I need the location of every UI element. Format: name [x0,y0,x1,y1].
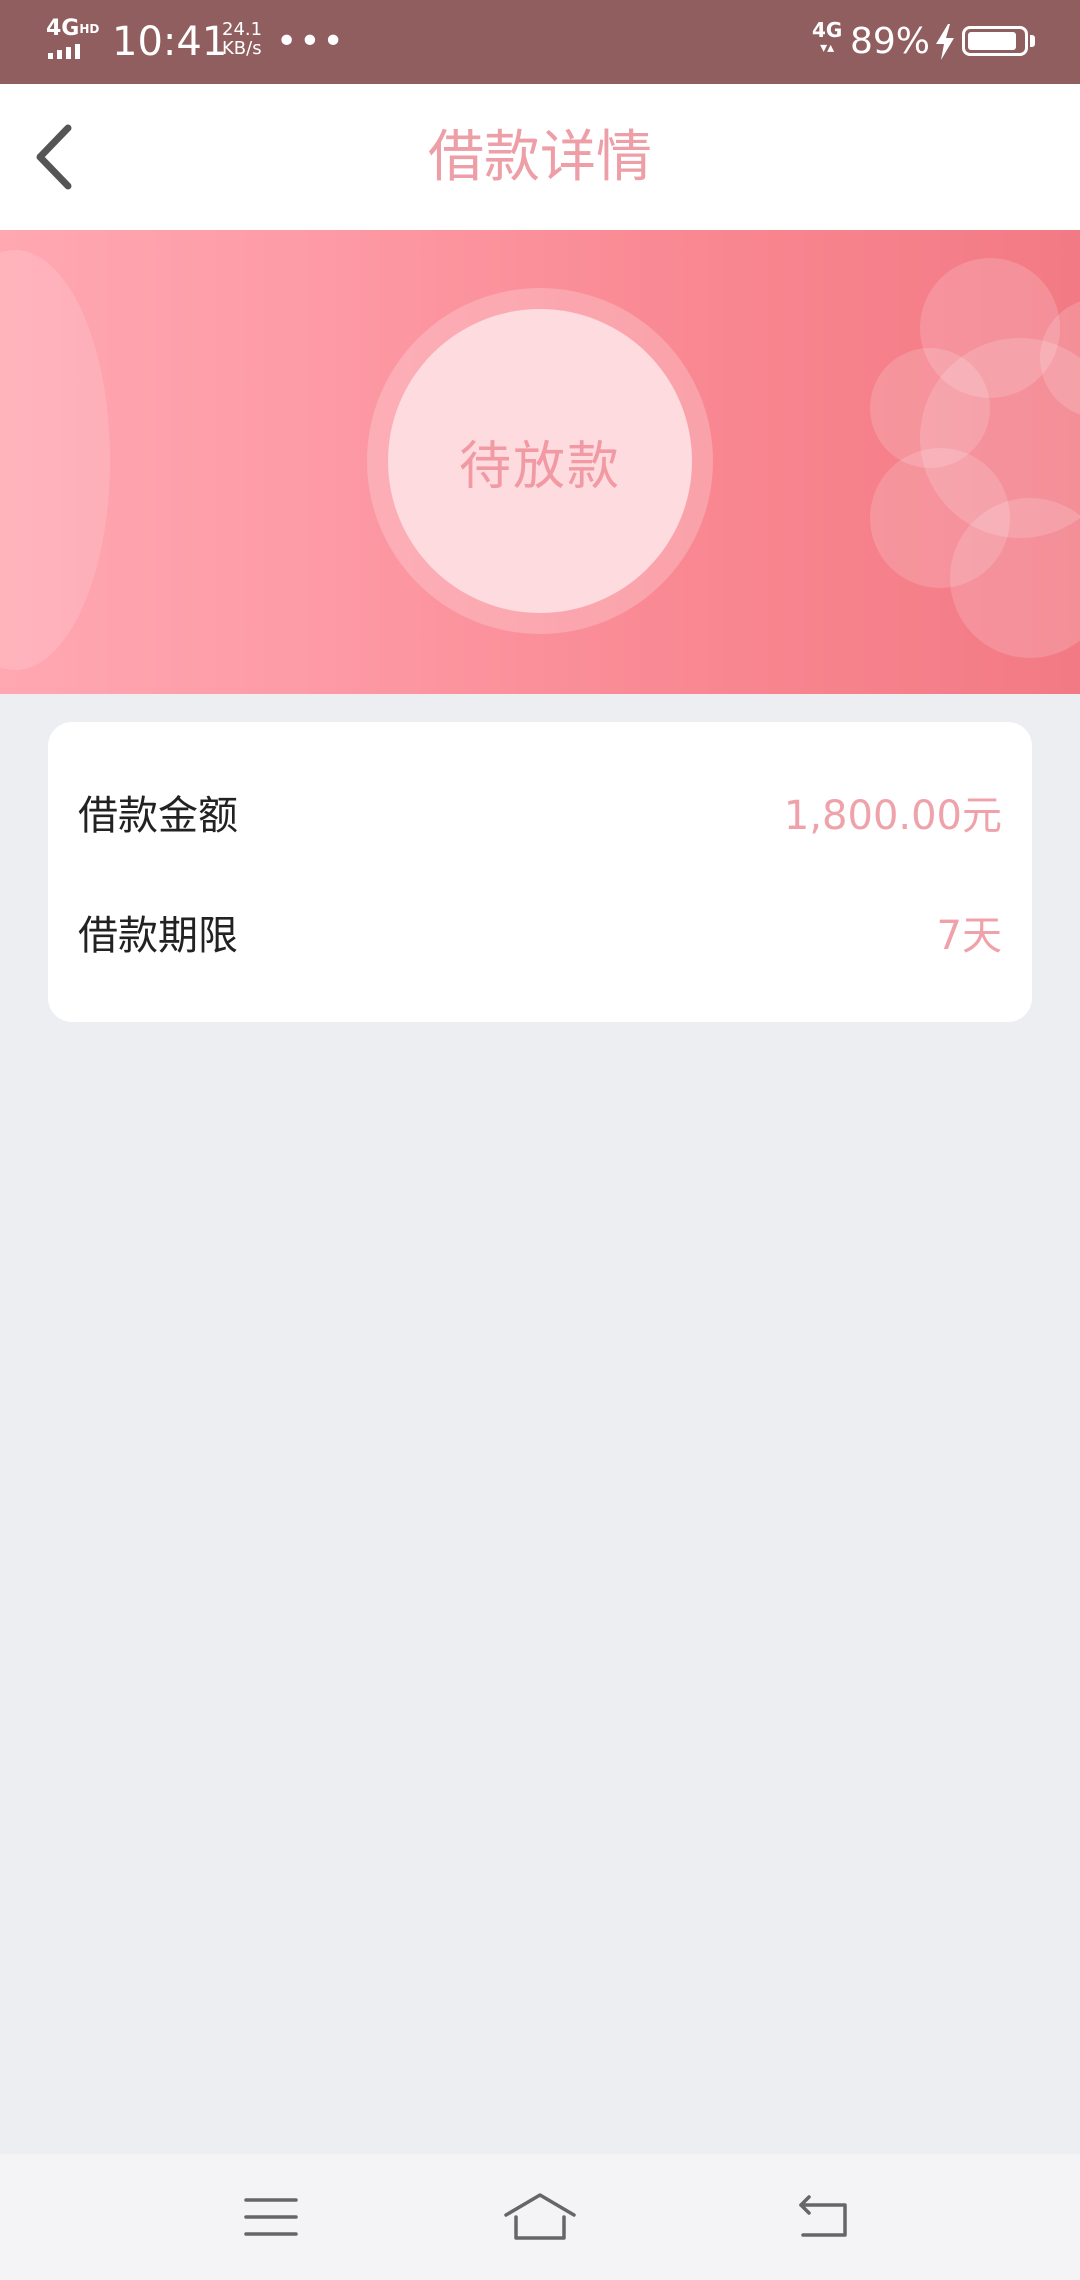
battery-fill [968,32,1017,50]
more-notifications-icon: ••• [276,21,346,62]
status-banner: 待放款 [0,230,1080,694]
system-nav-bar [0,2154,1080,2280]
network-speed-unit: KB/s [222,38,262,59]
loan-status-text: 待放款 [458,436,621,497]
network-speed-value: 24.1 [222,19,263,40]
cloud-decoration-right [870,258,1080,658]
status-circle: 待放款 [388,309,692,613]
return-icon [799,2195,847,2237]
signal-bar [66,47,71,59]
clock: 10:41 [112,19,228,65]
mobile-data-icon: 4G ▾▴ [812,20,842,56]
signal-bar [48,53,53,59]
app-header: 借款详情 [0,84,1080,230]
battery-percent: 89% [850,21,931,62]
signal-bars [48,44,80,59]
loan-amount-value: 1,800.00元 [783,793,1002,839]
network-hd-badge: HD [79,22,100,36]
network-type-left: 4G [46,16,80,41]
loan-amount-label: 借款金额 [78,793,238,839]
network-speed: 24.1 KB/s [222,20,282,58]
loan-term-value: 7天 [936,913,1002,959]
loan-term-label: 借款期限 [78,913,238,959]
page-title: 借款详情 [428,125,652,190]
battery-tip [1030,35,1035,47]
loan-term-row: 借款期限 7天 [78,896,1002,976]
menu-icon [244,2198,298,2236]
network-type-right: 4G [812,18,843,42]
loan-amount-row: 借款金额 1,800.00元 [78,776,1002,856]
cloud-decoration-left [0,250,110,670]
menu-button[interactable] [221,2174,321,2260]
data-arrows-icon: ▾▴ [820,40,835,56]
status-bar: 4GHD 10:41 24.1 KB/s ••• 4G ▾▴ 89% [0,0,1080,84]
signal-bar [75,44,80,59]
charging-icon [936,24,954,60]
loan-info-card: 借款金额 1,800.00元 借款期限 7天 [48,722,1032,1022]
home-icon [504,2193,576,2240]
signal-bar [57,50,62,59]
loan-details-screen: 4GHD 10:41 24.1 KB/s ••• 4G ▾▴ 89% 借款详情 … [0,0,1080,2280]
battery-icon [962,26,1028,56]
return-button[interactable] [773,2174,873,2260]
home-button[interactable] [490,2174,590,2260]
signal-icon: 4GHD [46,18,100,62]
